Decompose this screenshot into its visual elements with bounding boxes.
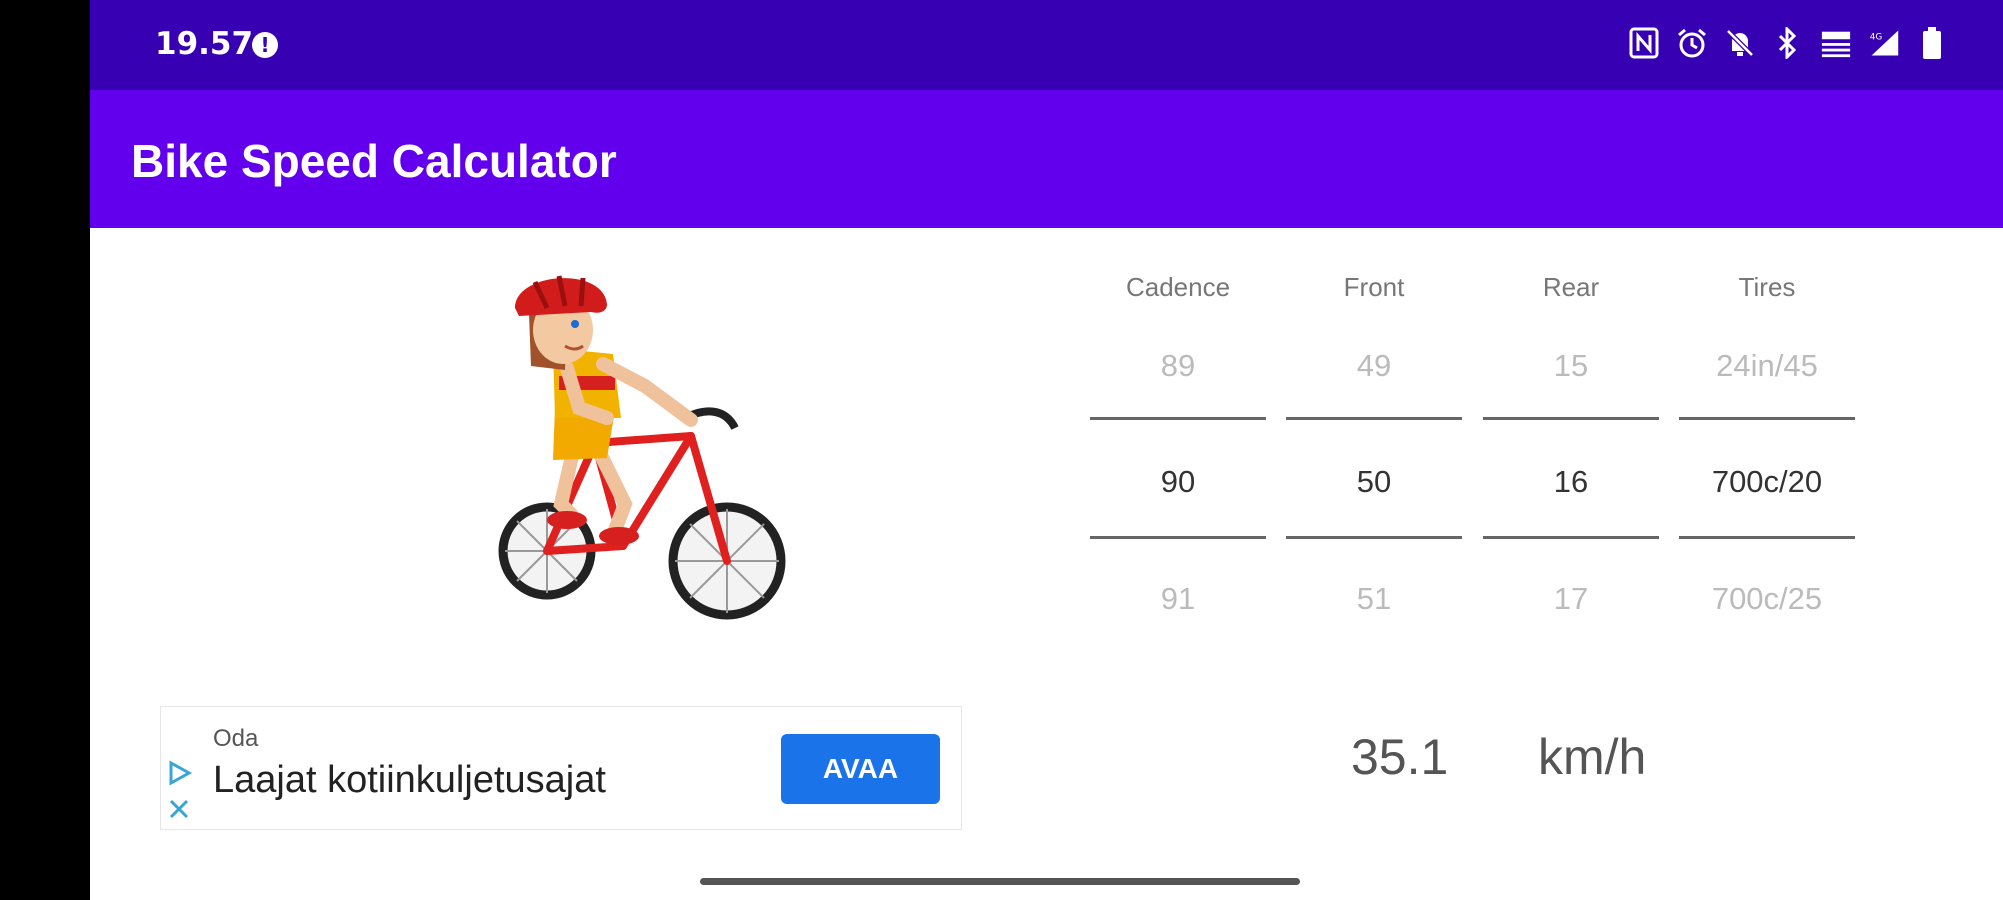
speed-result: 35.1 [1351,729,1449,785]
picker-prev-value[interactable]: 24in/45 [1679,348,1855,384]
picker-current-value[interactable]: 16 [1483,464,1659,500]
tires-label: Tires [1738,272,1796,302]
picker-divider [1090,417,1266,420]
picker-divider [1090,536,1266,539]
ad-choices-icon[interactable] [165,757,193,827]
picker-prev-value[interactable]: 49 [1286,348,1462,384]
front-picker[interactable]: 49 50 51 [1286,348,1462,616]
ad-advertiser: Oda [213,725,259,752]
alert-icon: ! [252,32,278,58]
picker-divider [1679,536,1855,539]
speed-unit: km/h [1538,729,1647,785]
picker-divider [1483,536,1659,539]
svg-text:4G: 4G [1870,32,1883,42]
data-speed-icon [1820,26,1852,60]
ad-headline[interactable]: Laajat kotiinkuljetusajat [213,759,606,802]
ad-banner[interactable]: Oda Laajat kotiinkuljetusajat AVAA [160,706,962,830]
front-label: Front [1343,272,1405,302]
battery-icon [1916,26,1948,60]
rear-picker[interactable]: 15 16 17 [1483,348,1659,616]
tires-picker[interactable]: 24in/45 700c/20 700c/25 [1679,348,1855,616]
picker-divider [1286,536,1462,539]
picker-divider [1679,417,1855,420]
picker-current-value[interactable]: 90 [1090,464,1266,500]
picker-next-value[interactable]: 91 [1090,581,1266,617]
phone-screen: 19.57 ! 4G Bike Speed Calculator Oda Laa… [90,0,2003,900]
nfc-icon [1628,26,1660,60]
alarm-icon [1676,26,1708,60]
gesture-nav-handle[interactable] [700,878,1300,885]
mute-icon [1724,26,1756,60]
picker-next-value[interactable]: 700c/25 [1679,581,1855,617]
app-title: Bike Speed Calculator [131,135,617,187]
picker-next-value[interactable]: 51 [1286,581,1462,617]
picker-current-value[interactable]: 50 [1286,464,1462,500]
signal-icon: 4G [1868,26,1900,60]
app-bar: Bike Speed Calculator [90,90,2003,228]
picker-divider [1483,417,1659,420]
ad-open-button[interactable]: AVAA [781,734,940,804]
cadence-label: Cadence [1125,272,1231,302]
cyclist-illustration [498,275,786,620]
picker-divider [1286,417,1462,420]
picker-current-value[interactable]: 700c/20 [1679,464,1855,500]
picker-prev-value[interactable]: 89 [1090,348,1266,384]
bluetooth-icon [1772,26,1804,60]
picker-prev-value[interactable]: 15 [1483,348,1659,384]
status-time: 19.57 [155,26,254,62]
rear-label: Rear [1542,272,1600,302]
picker-next-value[interactable]: 17 [1483,581,1659,617]
main-content: Oda Laajat kotiinkuljetusajat AVAA Caden… [90,228,2003,900]
cadence-picker[interactable]: 89 90 91 [1090,348,1266,616]
status-bar: 19.57 ! 4G [90,0,2003,90]
status-icons: 4G [1628,26,1948,60]
